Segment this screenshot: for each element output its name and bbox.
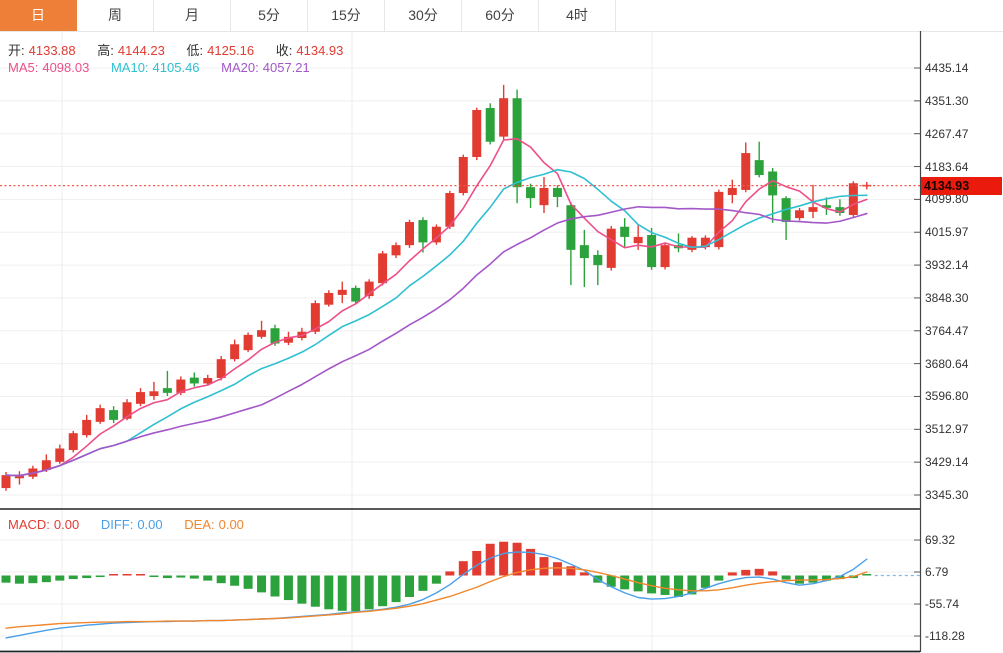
ma20-label: MA20: <box>221 60 259 75</box>
ma20-value: 4057.21 <box>263 60 310 75</box>
high-label: 高: <box>97 43 114 58</box>
macd-label: MACD: <box>8 517 50 532</box>
high-value: 4144.23 <box>118 43 165 58</box>
main-axis-tick: 4351.30 <box>925 94 968 108</box>
macd-axis-tick: 6.79 <box>925 565 948 579</box>
macd-axis-tick: -55.74 <box>925 597 959 611</box>
low-label: 低: <box>187 43 204 58</box>
ma10-value: 4105.46 <box>153 60 200 75</box>
dea-value: 0.00 <box>219 517 244 532</box>
ma10-label: MA10: <box>111 60 149 75</box>
low-value: 4125.16 <box>207 43 254 58</box>
main-axis-tick: 3764.47 <box>925 324 968 338</box>
ma5-value: 4098.03 <box>42 60 89 75</box>
close-value: 4134.93 <box>296 43 343 58</box>
macd-info-row: MACD:0.00 DIFF:0.00 DEA:0.00 <box>8 517 248 532</box>
main-axis-tick: 3932.14 <box>925 258 968 272</box>
ohlc-info-row: 开: 4133.88 高: 4144.23 低:4125.16 收:4134.93 <box>8 40 347 59</box>
main-axis-tick: 3596.80 <box>925 389 968 403</box>
open-value: 4133.88 <box>29 43 76 58</box>
main-axis-tick: 3680.64 <box>925 357 968 371</box>
main-axis-tick: 4435.14 <box>925 61 968 75</box>
macd-value: 0.00 <box>54 517 79 532</box>
main-axis-tick: 4015.97 <box>925 225 968 239</box>
diff-value: 0.00 <box>137 517 162 532</box>
open-label: 开: <box>8 43 25 58</box>
main-axis-tick: 4267.47 <box>925 127 968 141</box>
ma5-label: MA5: <box>8 60 38 75</box>
dea-label: DEA: <box>184 517 214 532</box>
ma-info-row: MA5: 4098.03 MA10: 4105.46 MA20: 4057.21 <box>8 60 314 75</box>
main-axis-tick: 3512.97 <box>925 422 968 436</box>
diff-label: DIFF: <box>101 517 134 532</box>
main-axis-tick: 4183.64 <box>925 160 968 174</box>
main-axis-tick: 3848.30 <box>925 291 968 305</box>
macd-axis-tick: 69.32 <box>925 533 955 547</box>
main-axis-tick: 3429.14 <box>925 455 968 469</box>
current-price-tag: 4134.93 <box>921 177 1002 195</box>
candlestick-chart-canvas[interactable] <box>0 0 1003 653</box>
main-axis-tick: 3345.30 <box>925 488 968 502</box>
macd-axis-tick: -118.28 <box>925 629 965 643</box>
close-label: 收: <box>276 43 293 58</box>
